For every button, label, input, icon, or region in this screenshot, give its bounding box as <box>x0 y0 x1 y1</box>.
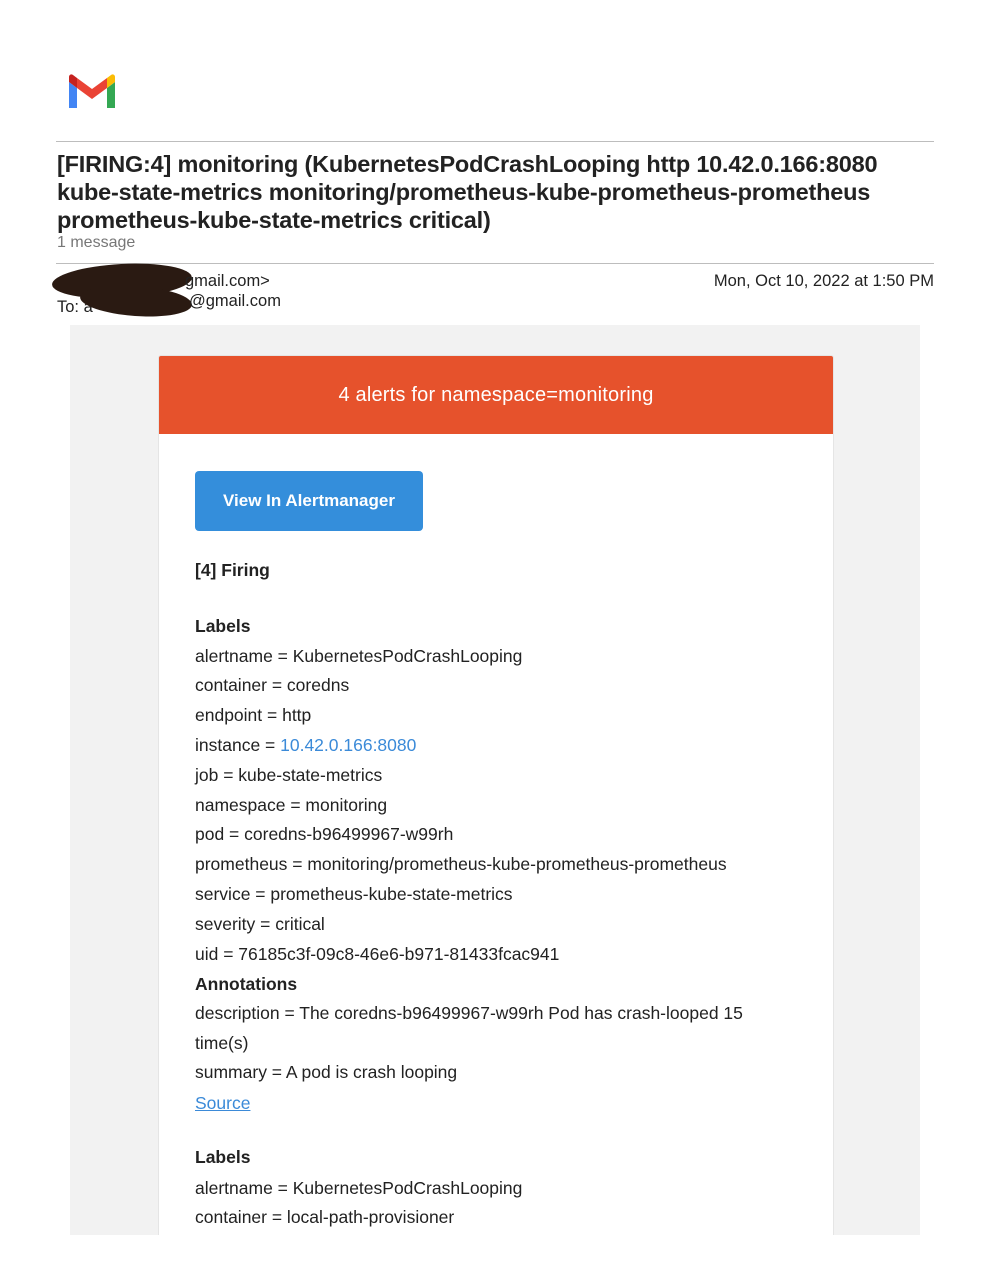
label-instance-key: instance = <box>195 735 281 755</box>
firing-heading: [4] Firing <box>195 560 270 580</box>
label-severity: severity = critical <box>195 914 325 934</box>
label-job: job = kube-state-metrics <box>195 765 383 785</box>
label-service: service = prometheus-kube-state-metrics <box>195 884 513 904</box>
labels-heading-2: Labels <box>195 1147 251 1167</box>
annotation-description: description = The coredns-b96499967-w99r… <box>195 1003 743 1023</box>
label-uid: uid = 76185c3f-09c8-46e6-b971-81433fcac9… <box>195 944 560 964</box>
subject-divider <box>56 263 934 264</box>
email-body: 4 alerts for namespace=monitoring View I… <box>70 325 920 1235</box>
email-subject: [FIRING:4] monitoring (KubernetesPodCras… <box>57 151 878 233</box>
alert-banner: 4 alerts for namespace=monitoring <box>159 356 833 434</box>
label-namespace: namespace = monitoring <box>195 795 388 815</box>
annotation-description-cont: time(s) <box>195 1033 249 1053</box>
label-alertname: alertname = KubernetesPodCrashLooping <box>195 646 523 666</box>
message-count: 1 message <box>57 234 136 251</box>
label-alertname-2: alertname = KubernetesPodCrashLooping <box>195 1178 523 1198</box>
annotations-heading: Annotations <box>195 974 298 994</box>
label-container-2: container = local-path-provisioner <box>195 1207 455 1227</box>
labels-heading: Labels <box>195 616 251 636</box>
from-address: gmail.com> <box>185 272 270 290</box>
gmail-logo-icon <box>69 74 115 108</box>
label-instance: instance = 10.42.0.166:8080 <box>195 735 416 756</box>
email-date: Mon, Oct 10, 2022 at 1:50 PM <box>713 272 934 290</box>
alert-card: 4 alerts for namespace=monitoring View I… <box>158 355 834 1235</box>
instance-link[interactable]: 10.42.0.166:8080 <box>280 735 416 755</box>
label-prometheus: prometheus = monitoring/prometheus-kube-… <box>195 854 727 874</box>
to-address: @gmail.com <box>189 292 281 310</box>
label-container: container = coredns <box>195 675 350 695</box>
source-link[interactable]: Source <box>195 1093 250 1114</box>
annotation-summary: summary = A pod is crash looping <box>195 1062 458 1082</box>
label-pod: pod = coredns-b96499967-w99rh <box>195 824 454 844</box>
label-endpoint: endpoint = http <box>195 705 312 725</box>
view-in-alertmanager-button[interactable]: View In Alertmanager <box>195 471 423 531</box>
top-divider <box>56 141 934 142</box>
